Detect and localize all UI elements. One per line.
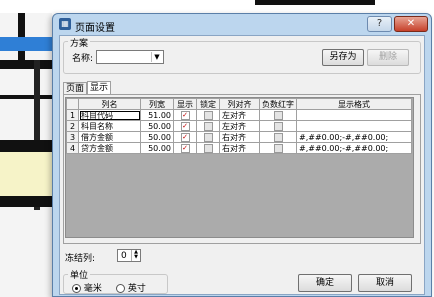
display-checkbox[interactable]: ✓ xyxy=(173,131,197,143)
column-header[interactable]: 锁定 xyxy=(196,98,220,110)
freeze-columns-label: 冻结列: xyxy=(65,254,96,264)
column-table: 列名 列宽 显示 锁定 列对齐 负数红字 显示格式 1 科目代码 51.00 ✓ 左对齐… xyxy=(66,98,412,154)
column-width-cell[interactable]: 51.00 xyxy=(140,109,174,121)
lock-checkbox[interactable] xyxy=(196,142,220,154)
freeze-columns-value: 0 xyxy=(121,251,127,261)
checkbox-empty-icon[interactable] xyxy=(273,121,283,131)
display-checkbox[interactable]: ✓ xyxy=(173,142,197,154)
freeze-columns-spinner[interactable]: 0 ▲ ▼ xyxy=(117,249,141,262)
lock-checkbox[interactable] xyxy=(196,131,220,143)
checkbox-empty-icon[interactable] xyxy=(273,110,283,120)
lock-checkbox[interactable] xyxy=(196,120,220,132)
format-cell[interactable]: #,##0.00;-#,##0.00; xyxy=(296,131,412,143)
save-as-button[interactable]: 另存为 xyxy=(322,49,364,66)
checkmark-icon[interactable]: ✓ xyxy=(180,132,190,142)
scheme-group-label: 方案 xyxy=(68,36,91,49)
checkbox-empty-icon[interactable] xyxy=(203,121,213,131)
radio-unselected-icon[interactable] xyxy=(116,284,125,293)
column-name-cell[interactable]: 科目代码 xyxy=(78,109,141,121)
row-number[interactable]: 1 xyxy=(66,109,79,121)
negative-red-checkbox[interactable] xyxy=(259,109,297,121)
close-button[interactable]: ✕ xyxy=(394,16,428,32)
align-cell[interactable]: 右对齐 xyxy=(219,131,260,143)
app-icon: ▦ xyxy=(59,18,71,30)
align-cell[interactable]: 左对齐 xyxy=(219,120,260,132)
spinner-arrows-icon[interactable]: ▲ ▼ xyxy=(131,250,140,261)
display-checkbox[interactable]: ✓ xyxy=(173,109,197,121)
align-cell[interactable]: 左对齐 xyxy=(219,109,260,121)
format-cell[interactable] xyxy=(296,120,412,132)
checkbox-empty-icon[interactable] xyxy=(273,143,283,153)
column-header[interactable]: 显示 xyxy=(173,98,197,110)
checkmark-icon[interactable]: ✓ xyxy=(180,121,190,131)
dialog-title: 页面设置 xyxy=(75,23,115,34)
format-cell[interactable]: #,##0.00;-#,##0.00; xyxy=(296,142,412,154)
lock-checkbox[interactable] xyxy=(196,109,220,121)
radio-selected-icon[interactable] xyxy=(72,284,81,293)
column-width-cell[interactable]: 50.00 xyxy=(140,142,174,154)
ok-button[interactable]: 确定 xyxy=(298,274,352,292)
column-header[interactable]: 列对齐 xyxy=(219,98,260,110)
negative-red-checkbox[interactable] xyxy=(259,142,297,154)
unit-option-mm-label: 毫米 xyxy=(83,284,102,294)
scheme-name-label: 名称: xyxy=(72,54,94,64)
dialog-body: 方案 名称: ▼ 另存为 删除 页面 显示 列名 列宽 显示 锁定 列对齐 负数… xyxy=(59,35,425,295)
row-number[interactable]: 4 xyxy=(66,142,79,154)
column-width-cell[interactable]: 50.00 xyxy=(140,131,174,143)
table-row[interactable]: 4 贷方金额 50.00 ✓ 右对齐 #,##0.00;-#,##0.00; xyxy=(66,142,412,154)
table-row[interactable]: 1 科目代码 51.00 ✓ 左对齐 xyxy=(66,109,412,121)
format-cell[interactable] xyxy=(296,109,412,121)
table-row[interactable]: 3 借方金额 50.00 ✓ 右对齐 #,##0.00;-#,##0.00; xyxy=(66,131,412,143)
checkbox-empty-icon[interactable] xyxy=(203,132,213,142)
checkmark-icon[interactable]: ✓ xyxy=(180,110,190,120)
help-button[interactable]: ? xyxy=(367,16,392,32)
checkbox-empty-icon[interactable] xyxy=(273,132,283,142)
align-cell[interactable]: 右对齐 xyxy=(219,142,260,154)
column-name-cell[interactable]: 贷方金额 xyxy=(78,142,141,154)
unit-option-inch[interactable]: 英寸 xyxy=(116,281,146,294)
column-header[interactable]: 显示格式 xyxy=(296,98,412,110)
column-header[interactable]: 负数红字 xyxy=(259,98,297,110)
negative-red-checkbox[interactable] xyxy=(259,131,297,143)
checkbox-empty-icon[interactable] xyxy=(203,110,213,120)
title-bar[interactable]: ▦ 页面设置 ? ✕ xyxy=(53,14,431,35)
scheme-name-combo[interactable]: ▼ xyxy=(96,50,164,64)
row-number[interactable]: 2 xyxy=(66,120,79,132)
display-checkbox[interactable]: ✓ xyxy=(173,120,197,132)
column-header[interactable]: 列宽 xyxy=(140,98,174,110)
delete-button[interactable]: 删除 xyxy=(367,49,409,66)
column-name-cell[interactable]: 借方金额 xyxy=(78,131,141,143)
column-name-cell[interactable]: 科目名称 xyxy=(78,120,141,132)
column-header[interactable]: 列名 xyxy=(78,98,141,110)
column-grid[interactable]: 列名 列宽 显示 锁定 列对齐 负数红字 显示格式 1 科目代码 51.00 ✓ 左对齐… xyxy=(65,97,414,238)
cancel-button[interactable]: 取消 xyxy=(358,274,412,292)
chevron-down-icon[interactable]: ▼ xyxy=(151,52,162,62)
unit-option-mm[interactable]: 毫米 xyxy=(72,281,102,294)
checkmark-icon[interactable]: ✓ xyxy=(180,143,190,153)
unit-option-inch-label: 英寸 xyxy=(127,284,146,294)
page-settings-dialog: ▦ 页面设置 ? ✕ 方案 名称: ▼ 另存为 删除 页面 显示 列名 列宽 显… xyxy=(52,13,432,297)
unit-group-label: 单位 xyxy=(68,268,91,281)
column-width-cell[interactable]: 50.00 xyxy=(140,120,174,132)
grid-corner xyxy=(66,98,79,110)
table-row[interactable]: 2 科目名称 50.00 ✓ 左对齐 xyxy=(66,120,412,132)
tab-display[interactable]: 显示 xyxy=(87,81,111,95)
row-number[interactable]: 3 xyxy=(66,131,79,143)
negative-red-checkbox[interactable] xyxy=(259,120,297,132)
grid-header-row: 列名 列宽 显示 锁定 列对齐 负数红字 显示格式 xyxy=(66,98,412,110)
checkbox-empty-icon[interactable] xyxy=(203,143,213,153)
